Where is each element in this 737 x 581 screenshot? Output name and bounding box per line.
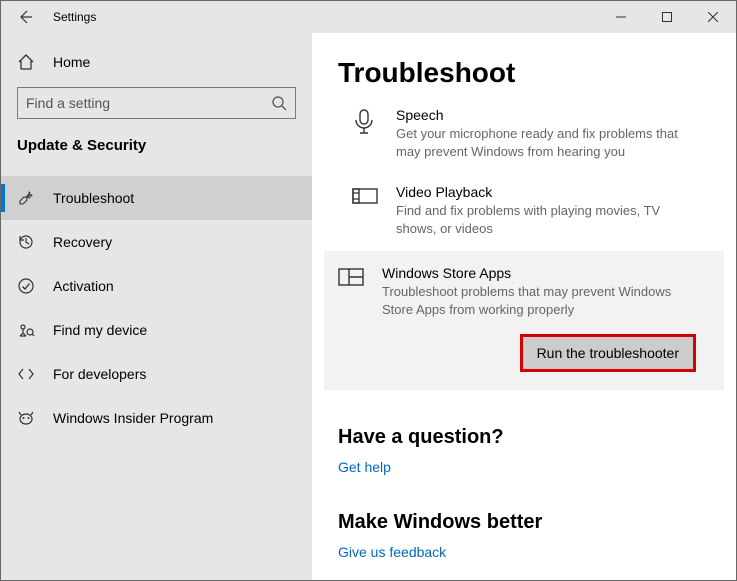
sidebar-item-label: Windows Insider Program (53, 410, 213, 426)
question-heading: Have a question? (338, 426, 710, 449)
sidebar-section-title: Update & Security (1, 137, 312, 176)
troubleshoot-item-store-apps[interactable]: Windows Store Apps Troubleshoot problems… (324, 251, 724, 390)
insider-icon (17, 409, 35, 427)
sidebar-item-for-developers[interactable]: For developers (1, 352, 312, 396)
troubleshoot-item-title: Windows Store Apps (382, 265, 696, 281)
home-label: Home (53, 54, 90, 70)
troubleshoot-item-title: Speech (396, 107, 696, 123)
titlebar: Settings (1, 1, 736, 33)
troubleshoot-item-desc: Find and fix problems with playing movie… (396, 202, 696, 237)
troubleshoot-item-title: Video Playback (396, 184, 696, 200)
troubleshoot-item-speech[interactable]: Speech Get your microphone ready and fix… (338, 97, 710, 174)
sidebar-item-label: Recovery (53, 234, 112, 250)
sidebar-item-recovery[interactable]: Recovery (1, 220, 312, 264)
video-icon (352, 184, 378, 237)
sidebar-item-troubleshoot[interactable]: Troubleshoot (1, 176, 312, 220)
minimize-button[interactable] (598, 1, 644, 33)
get-help-link[interactable]: Get help (338, 459, 710, 475)
sidebar-item-label: Activation (53, 278, 114, 294)
find-device-icon (17, 321, 35, 339)
search-input[interactable] (17, 87, 296, 119)
speech-icon (352, 107, 378, 160)
developers-icon (17, 365, 35, 383)
run-troubleshooter-button[interactable]: Run the troubleshooter (520, 334, 696, 372)
recovery-icon (17, 233, 35, 251)
close-button[interactable] (690, 1, 736, 33)
content-pane: Troubleshoot Speech Get your microphone … (312, 33, 736, 580)
troubleshoot-item-desc: Troubleshoot problems that may prevent W… (382, 283, 696, 318)
sidebar-item-label: Find my device (53, 322, 147, 338)
sidebar: Home Update & Security Troubleshoot (1, 33, 312, 580)
minimize-icon (616, 12, 626, 22)
close-icon (708, 12, 718, 22)
store-apps-icon (338, 265, 364, 372)
home-icon (17, 53, 35, 71)
sidebar-nav: Troubleshoot Recovery Activation (1, 176, 312, 440)
feedback-link[interactable]: Give us feedback (338, 544, 710, 560)
search-field[interactable] (26, 95, 271, 111)
arrow-left-icon (17, 9, 33, 25)
sidebar-item-label: For developers (53, 366, 146, 382)
troubleshoot-item-video-playback[interactable]: Video Playback Find and fix problems wit… (338, 174, 710, 251)
maximize-icon (662, 12, 672, 22)
window-title: Settings (49, 10, 96, 24)
search-icon (271, 95, 287, 111)
sidebar-item-activation[interactable]: Activation (1, 264, 312, 308)
home-button[interactable]: Home (1, 45, 312, 87)
activation-icon (17, 277, 35, 295)
maximize-button[interactable] (644, 1, 690, 33)
sidebar-item-find-my-device[interactable]: Find my device (1, 308, 312, 352)
troubleshoot-icon (17, 189, 35, 207)
sidebar-item-insider-program[interactable]: Windows Insider Program (1, 396, 312, 440)
better-heading: Make Windows better (338, 511, 710, 534)
troubleshoot-item-desc: Get your microphone ready and fix proble… (396, 125, 696, 160)
sidebar-item-label: Troubleshoot (53, 190, 134, 206)
page-heading: Troubleshoot (338, 57, 710, 89)
back-button[interactable] (1, 1, 49, 33)
